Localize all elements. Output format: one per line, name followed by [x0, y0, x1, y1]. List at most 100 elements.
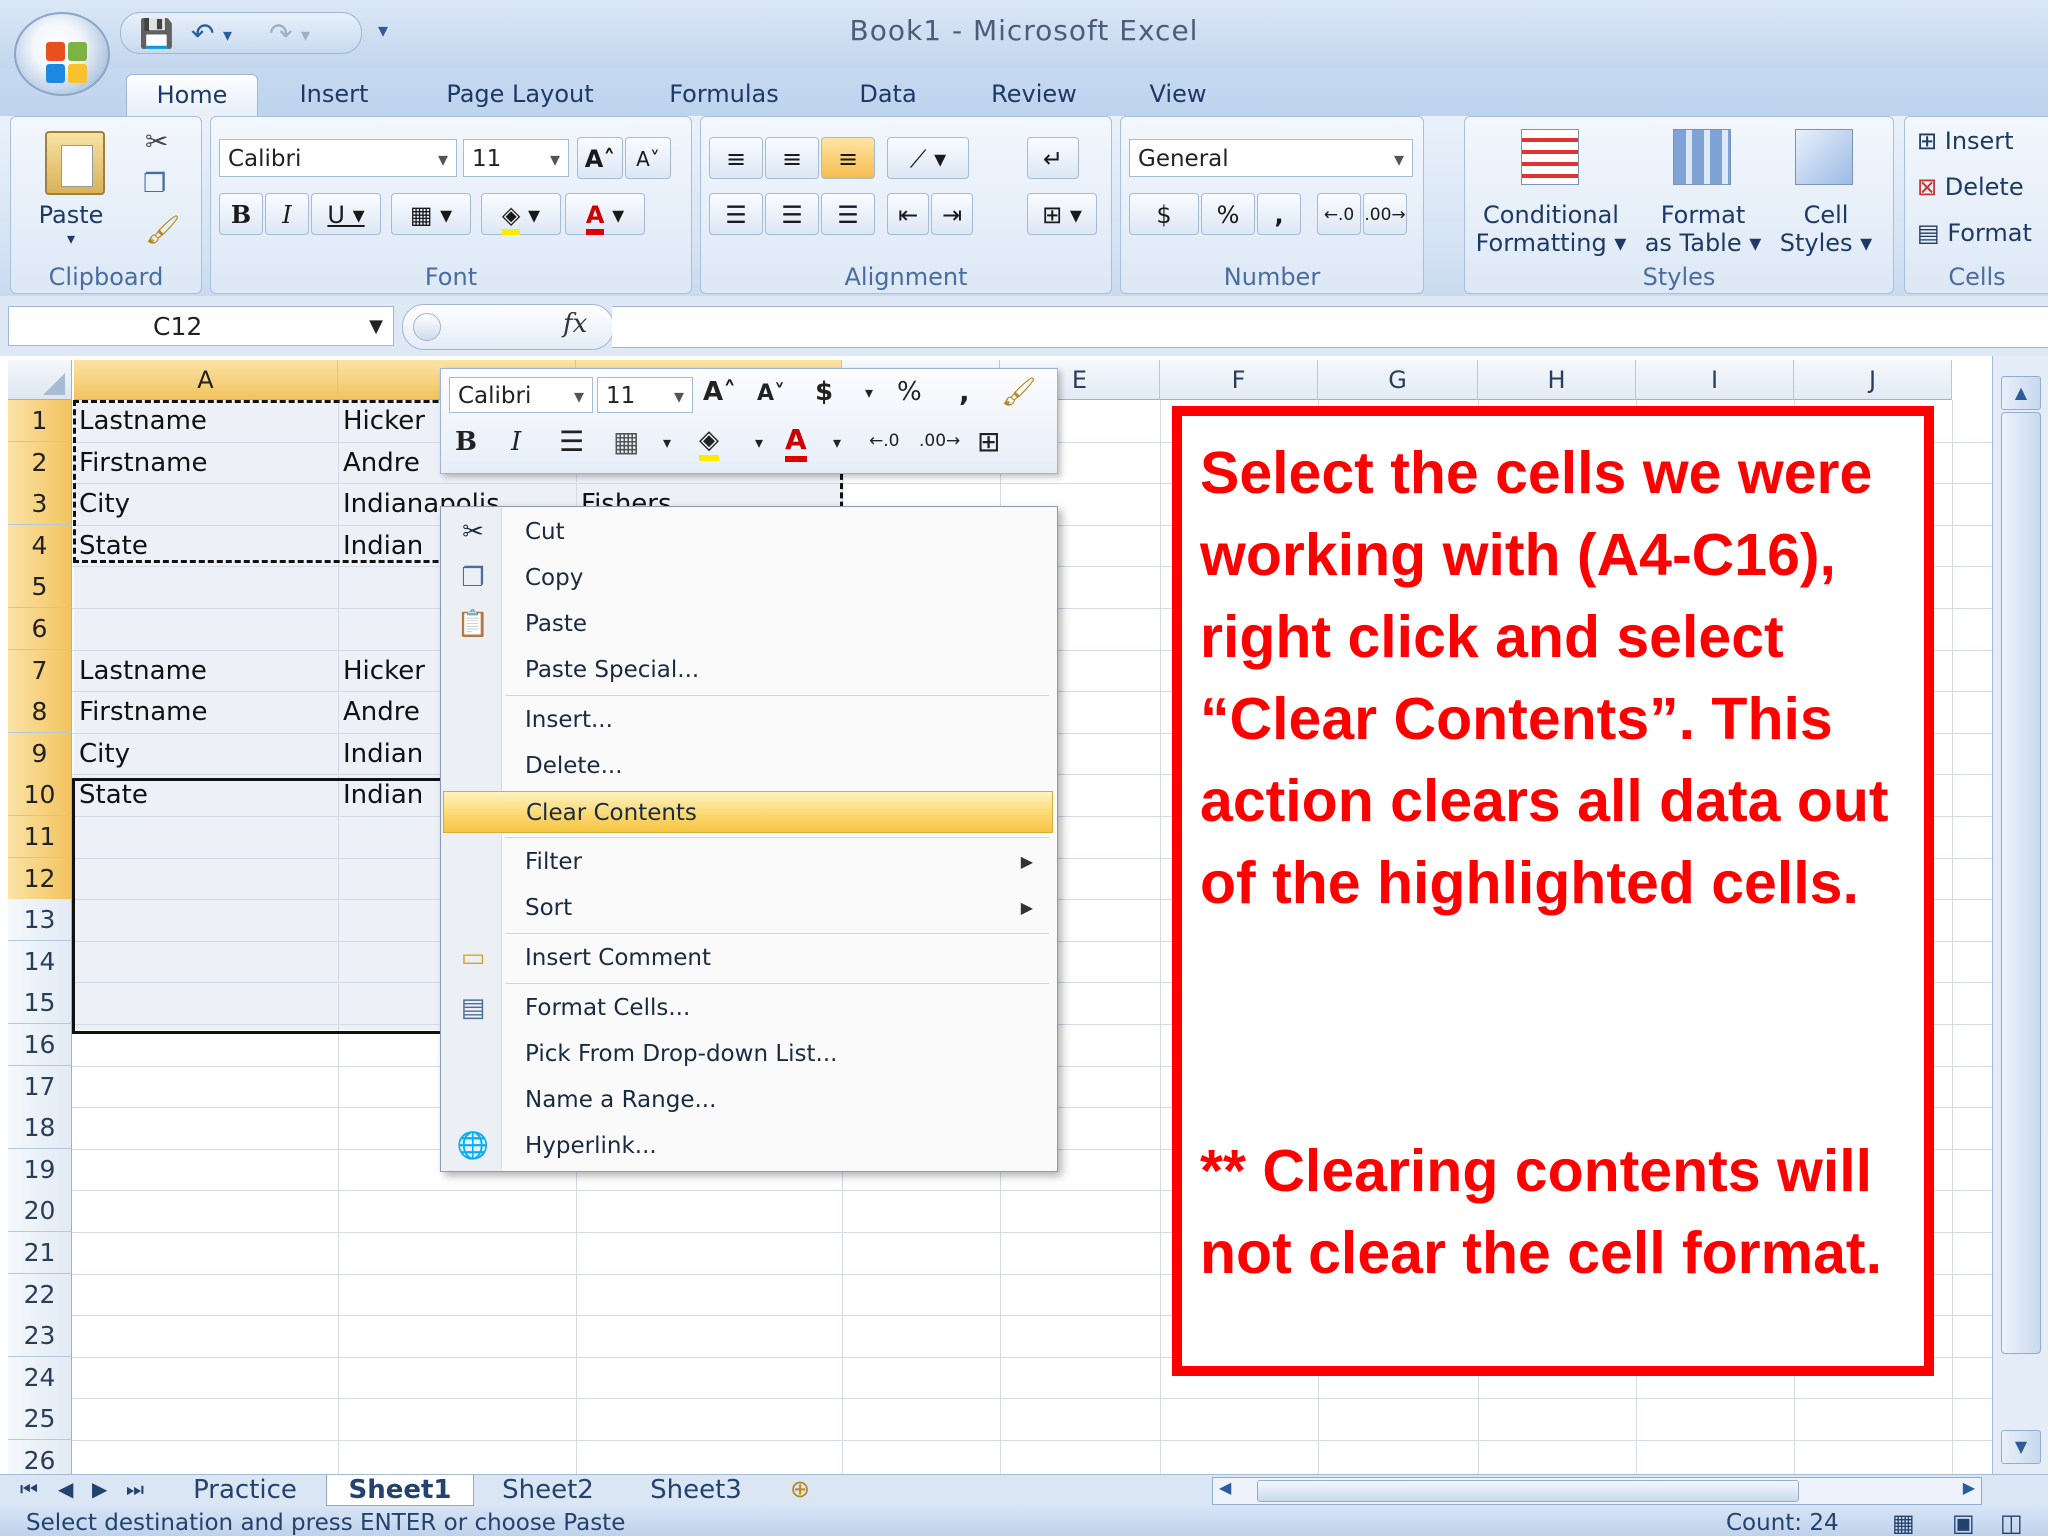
cell-a10[interactable]: State: [74, 774, 338, 816]
tab-insert[interactable]: Insert: [282, 74, 386, 116]
align-center-icon[interactable]: ☰: [765, 193, 819, 235]
select-all-corner[interactable]: [8, 360, 72, 400]
row-header-8[interactable]: 8: [8, 691, 72, 734]
tab-home[interactable]: Home: [126, 74, 258, 117]
mini-currency-icon[interactable]: $: [815, 377, 833, 407]
row-header-25[interactable]: 25: [8, 1398, 72, 1441]
mini-percent-icon[interactable]: %: [897, 377, 922, 407]
align-right-icon[interactable]: ☰: [821, 193, 875, 235]
tab-page-layout[interactable]: Page Layout: [430, 74, 610, 116]
mini-currency-dropdown-icon[interactable]: ▾: [865, 383, 873, 402]
name-box-dropdown-icon[interactable]: ▼: [369, 307, 383, 347]
mini-italic-icon[interactable]: I: [511, 427, 521, 457]
paste-icon[interactable]: [45, 131, 105, 195]
menu-item-delete[interactable]: Delete...: [443, 745, 1053, 787]
bold-button[interactable]: B: [219, 193, 263, 235]
tab-formulas[interactable]: Formulas: [654, 74, 794, 116]
mini-fill-dropdown-icon[interactable]: ▾: [755, 433, 763, 452]
normal-view-icon[interactable]: ▦: [1892, 1506, 1915, 1540]
mini-comma-icon[interactable]: ,: [959, 375, 970, 408]
merge-center-icon[interactable]: ⊞ ▾: [1027, 193, 1097, 235]
mini-shrink-font-icon[interactable]: A˅: [757, 381, 785, 406]
scroll-thumb[interactable]: [2001, 412, 2041, 1354]
row-header-18[interactable]: 18: [8, 1107, 72, 1150]
menu-item-insert-comment[interactable]: ▭ Insert Comment: [443, 937, 1053, 979]
last-sheet-icon[interactable]: ⏭: [126, 1477, 144, 1501]
tab-view[interactable]: View: [1130, 74, 1226, 116]
cell-a1[interactable]: Lastname: [74, 400, 338, 442]
column-header-i[interactable]: I: [1636, 360, 1794, 400]
format-cells-button[interactable]: ▤ Format: [1917, 219, 2032, 247]
increase-indent-icon[interactable]: ⇥: [931, 193, 973, 235]
menu-item-paste[interactable]: 📋 Paste: [443, 603, 1053, 645]
row-header-20[interactable]: 20: [8, 1190, 72, 1233]
cell-styles-button[interactable]: Cell Styles ▾: [1771, 201, 1881, 257]
decrease-decimal-icon[interactable]: .00→: [1363, 193, 1407, 235]
mini-font-color-dropdown-icon[interactable]: ▾: [833, 433, 841, 452]
format-as-table-button[interactable]: Format as Table ▾: [1641, 201, 1765, 257]
align-bottom-icon[interactable]: ≡: [821, 137, 875, 179]
row-header-17[interactable]: 17: [8, 1065, 72, 1108]
sheet-tab-sheet1[interactable]: Sheet1: [326, 1475, 474, 1506]
shrink-font-button[interactable]: A˅: [625, 137, 671, 179]
currency-button[interactable]: $: [1129, 193, 1199, 235]
paste-dropdown-icon[interactable]: ▾: [31, 225, 111, 253]
align-top-icon[interactable]: ≡: [709, 137, 763, 179]
sheet-tab-sheet3[interactable]: Sheet3: [626, 1475, 766, 1505]
column-header-a[interactable]: A: [74, 360, 338, 400]
orientation-icon[interactable]: ⟋ ▾: [887, 137, 969, 179]
font-size-select[interactable]: 11: [463, 139, 569, 178]
align-middle-icon[interactable]: ≡: [765, 137, 819, 179]
menu-item-filter[interactable]: Filter ▶: [443, 841, 1053, 883]
prev-sheet-icon[interactable]: ◀: [58, 1477, 73, 1501]
menu-item-hyperlink[interactable]: 🌐 Hyperlink...: [443, 1125, 1053, 1167]
tab-review[interactable]: Review: [976, 74, 1092, 116]
column-header-h[interactable]: H: [1478, 360, 1636, 400]
row-header-24[interactable]: 24: [8, 1356, 72, 1399]
italic-button[interactable]: I: [265, 193, 309, 235]
cell-styles-icon[interactable]: [1795, 129, 1853, 185]
mini-decrease-decimal-icon[interactable]: .00→: [919, 431, 960, 451]
horizontal-scrollbar[interactable]: ◀ ▶: [1212, 1477, 1982, 1505]
menu-item-format-cells[interactable]: ▤ Format Cells...: [443, 987, 1053, 1029]
row-header-12[interactable]: 12: [8, 857, 72, 900]
conditional-formatting-button[interactable]: Conditional Formatting ▾: [1471, 201, 1631, 257]
column-header-g[interactable]: G: [1318, 360, 1478, 400]
sheet-tab-practice[interactable]: Practice: [170, 1475, 320, 1505]
number-format-select[interactable]: General: [1129, 139, 1413, 178]
row-header-10[interactable]: 10: [8, 774, 72, 817]
column-header-f[interactable]: F: [1160, 360, 1318, 400]
insert-cells-button[interactable]: ⊞ Insert: [1917, 127, 2014, 155]
row-header-7[interactable]: 7: [8, 649, 72, 692]
increase-decimal-icon[interactable]: ←.0: [1317, 193, 1361, 235]
menu-item-cut[interactable]: ✂ Cut: [443, 511, 1053, 553]
cell-a9[interactable]: City: [74, 733, 338, 775]
font-name-select[interactable]: Calibri: [219, 139, 457, 178]
copy-icon[interactable]: ❐: [143, 169, 166, 199]
mini-merge-icon[interactable]: ⊞: [977, 425, 1000, 458]
row-header-6[interactable]: 6: [8, 608, 72, 650]
menu-item-name-range[interactable]: Name a Range...: [443, 1079, 1053, 1121]
row-header-16[interactable]: 16: [8, 1024, 72, 1066]
insert-function-icon[interactable]: fx: [563, 309, 587, 339]
row-header-26[interactable]: 26: [8, 1440, 72, 1474]
align-left-icon[interactable]: ☰: [709, 193, 763, 235]
row-header-21[interactable]: 21: [8, 1232, 72, 1274]
cell-a7[interactable]: Lastname: [74, 650, 338, 692]
mini-increase-decimal-icon[interactable]: ←.0: [869, 431, 899, 451]
menu-item-sort[interactable]: Sort ▶: [443, 887, 1053, 929]
fill-color-button[interactable]: ◈ ▾: [481, 193, 561, 235]
font-color-button[interactable]: A ▾: [565, 193, 645, 235]
row-header-19[interactable]: 19: [8, 1148, 72, 1191]
scroll-up-icon[interactable]: ▲: [2001, 376, 2041, 410]
mini-borders-dropdown-icon[interactable]: ▾: [663, 433, 671, 452]
cell-a4[interactable]: State: [74, 525, 338, 567]
column-header-j[interactable]: J: [1794, 360, 1952, 400]
row-header-4[interactable]: 4: [8, 524, 72, 567]
mini-format-painter-icon[interactable]: 🖌: [1001, 375, 1037, 408]
formula-input[interactable]: [612, 306, 2048, 348]
scroll-left-icon[interactable]: ◀: [1219, 1478, 1231, 1497]
vertical-scrollbar[interactable]: ▲ ▼: [1992, 356, 2048, 1474]
mini-borders-icon[interactable]: ▦: [613, 425, 639, 458]
hscroll-thumb[interactable]: [1257, 1480, 1799, 1502]
